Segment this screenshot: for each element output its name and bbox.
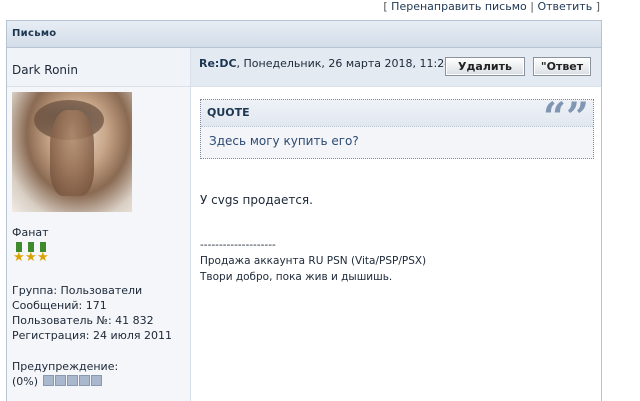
author-sidebar: Фанат Группа: Пользователи Сообщений: 17… [7, 87, 191, 401]
author-name[interactable]: Dark Ronin [12, 63, 78, 77]
delete-button[interactable]: Удалить [445, 57, 525, 76]
panel-title: Письмо [7, 21, 601, 48]
forward-link[interactable]: Перенаправить письмо [391, 0, 527, 13]
message-panel: Письмо Dark Ronin Re:DC, Понедельник, 26… [6, 20, 602, 401]
signature-divider: -------------------- [200, 239, 276, 251]
avatar [12, 92, 132, 212]
quote-label: QUOTE [201, 100, 593, 127]
rank-stars-icon [13, 242, 51, 270]
user-info: Группа: Пользователи Сообщений: 171 Поль… [12, 283, 172, 343]
author-header: Dark Ronin [7, 48, 191, 87]
quote-block: QUOTE “” Здесь могу купить его? [200, 94, 594, 159]
signature-line2: Твори добро, пока жив и дышишь. [200, 271, 393, 283]
reply-button-label: Ответ [546, 60, 584, 73]
post-subject: Re:DC [199, 57, 237, 70]
user-rank: Фанат [12, 226, 49, 239]
user-group: Группа: Пользователи [12, 284, 143, 297]
user-messages: Сообщений: 171 [12, 299, 107, 312]
post-date: , Понедельник, 26 марта 2018, 11:24 [236, 57, 452, 70]
user-registered: Регистрация: 24 июля 2011 [12, 329, 173, 342]
top-links: [ Перенаправить письмо | Ответить ] [383, 0, 600, 13]
quote-marks-icon: “” [542, 94, 589, 141]
warning-label: Предупреждение: [12, 360, 119, 373]
post-body: QUOTE “” Здесь могу купить его? У cvgs п… [191, 87, 601, 401]
warning-value: (0%) [12, 375, 39, 388]
signature: -------------------- Продажа аккаунта RU… [200, 237, 426, 285]
signature-line1: Продажа аккаунта RU PSN (Vita/PSP/PSX) [200, 255, 427, 267]
reply-button[interactable]: "Ответ [533, 57, 591, 76]
reply-link[interactable]: Ответить [537, 0, 592, 13]
quote-text: Здесь могу купить его? [209, 134, 359, 148]
warning-bar [42, 374, 102, 390]
user-number: Пользователь №: 41 832 [12, 314, 154, 327]
post-header: Re:DC, Понедельник, 26 марта 2018, 11:24… [191, 48, 601, 87]
message-text: У cvgs продается. [200, 193, 313, 207]
post-subject-line: Re:DC, Понедельник, 26 марта 2018, 11:24 [199, 57, 451, 70]
